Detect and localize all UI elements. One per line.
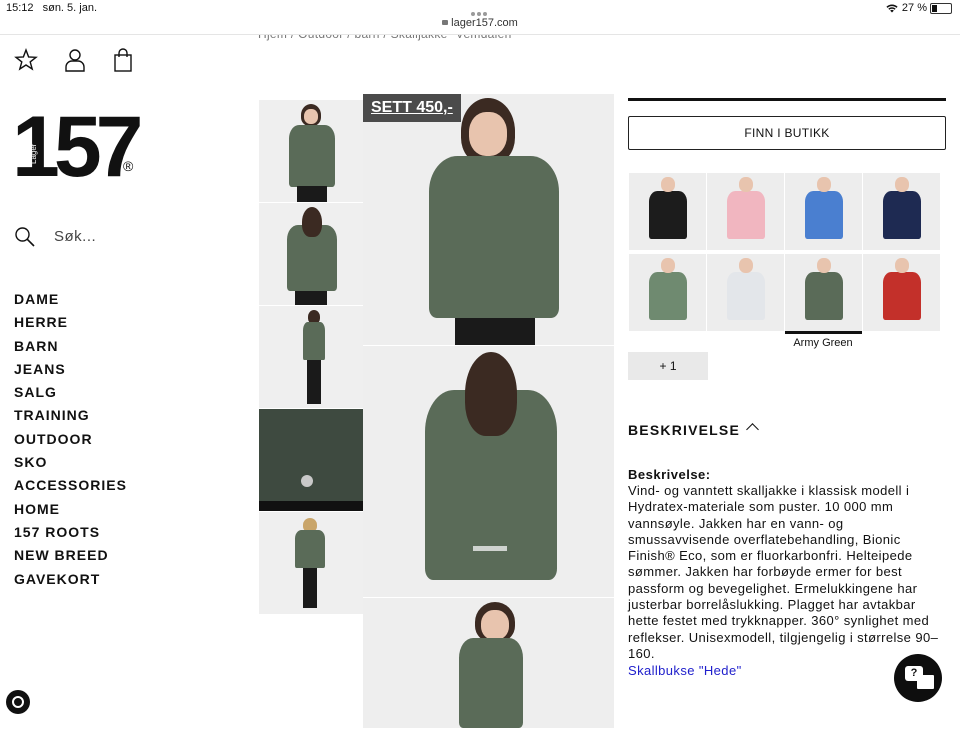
wifi-icon xyxy=(886,4,898,13)
related-product-link[interactable]: Skallbukse "Hede" xyxy=(628,663,742,678)
bag-icon[interactable] xyxy=(113,48,133,77)
product-image-front[interactable]: SETT 450,- xyxy=(363,94,614,345)
description-text: Vind- og vanntett skalljakke i klassisk … xyxy=(628,483,939,661)
nav-item-barn[interactable]: BARN xyxy=(14,337,127,360)
url-text: lager157.com xyxy=(451,17,518,29)
color-swatch[interactable] xyxy=(863,173,940,250)
nav-item-training[interactable]: TRAINING xyxy=(14,406,127,429)
nav-item-new-breed[interactable]: NEW BREED xyxy=(14,546,127,569)
address-bar[interactable]: lager157.com xyxy=(0,17,960,29)
status-time-date: 15:12 søn. 5. jan. xyxy=(6,2,103,14)
selected-color-label: Army Green xyxy=(793,337,853,349)
sidebar: 157 Lager ® Søk... DAME HERRE BARN JEANS… xyxy=(0,34,240,720)
chevron-up-icon[interactable] xyxy=(746,423,759,436)
product-thumbnail[interactable] xyxy=(259,512,363,614)
color-swatch[interactable] xyxy=(785,173,862,250)
search-icon[interactable] xyxy=(14,226,36,248)
status-indicators: 27 % xyxy=(886,2,952,14)
find-in-store-button[interactable]: FINN I BUTIKK xyxy=(628,116,946,150)
color-swatch[interactable] xyxy=(629,254,706,331)
product-image-back[interactable] xyxy=(363,346,614,597)
price-badge: SETT 450,- xyxy=(363,94,461,122)
product-thumbnail[interactable] xyxy=(259,306,363,408)
logo-registered-mark: ® xyxy=(123,158,134,174)
lock-icon xyxy=(442,20,449,25)
thumbnail-gallery xyxy=(259,100,363,615)
tab-dots-icon[interactable] xyxy=(471,3,491,16)
nav-item-jeans[interactable]: JEANS xyxy=(14,360,127,383)
nav-item-157-roots[interactable]: 157 ROOTS xyxy=(14,523,127,546)
header-icons xyxy=(14,48,155,77)
status-date: søn. 5. jan. xyxy=(42,2,98,14)
color-swatch[interactable] xyxy=(707,173,784,250)
logo[interactable]: 157 Lager ® xyxy=(12,99,143,195)
star-icon[interactable] xyxy=(14,48,38,77)
more-colors-button[interactable]: + 1 xyxy=(628,352,708,380)
product-image-pose[interactable] xyxy=(363,598,614,728)
search-field[interactable]: Søk... xyxy=(14,226,96,250)
divider xyxy=(628,98,946,101)
nav-item-outdoor[interactable]: OUTDOOR xyxy=(14,430,127,453)
nav-item-herre[interactable]: HERRE xyxy=(14,313,127,336)
accessibility-icon[interactable] xyxy=(6,690,30,714)
color-swatch[interactable] xyxy=(629,173,706,250)
logo-word: Lager xyxy=(29,143,38,164)
battery-text: 27 % xyxy=(901,2,927,14)
user-icon[interactable] xyxy=(64,48,86,77)
color-swatch[interactable] xyxy=(707,254,784,331)
status-bar: 15:12 søn. 5. jan. lager157.com 27 % xyxy=(0,0,960,35)
nav-item-gavekort[interactable]: GAVEKORT xyxy=(14,570,127,593)
nav-item-accessories[interactable]: ACCESSORIES xyxy=(14,476,127,499)
chat-help-icon[interactable]: ? xyxy=(894,654,942,702)
product-thumbnail[interactable] xyxy=(259,100,363,202)
battery-icon xyxy=(930,2,952,14)
color-swatch[interactable] xyxy=(863,254,940,331)
color-swatch-selected[interactable] xyxy=(785,254,862,334)
search-placeholder[interactable]: Søk... xyxy=(54,228,96,245)
nav-item-home[interactable]: HOME xyxy=(14,500,127,523)
description-toggle[interactable]: BESKRIVELSE xyxy=(628,422,740,438)
nav-item-sko[interactable]: SKO xyxy=(14,453,127,476)
nav-item-dame[interactable]: DAME xyxy=(14,290,127,313)
main-image-column: SETT 450,- xyxy=(363,94,614,729)
main-nav: DAME HERRE BARN JEANS SALG TRAINING OUTD… xyxy=(14,290,127,593)
product-thumbnail[interactable] xyxy=(259,409,363,511)
status-time: 15:12 xyxy=(6,2,34,14)
description-title: Beskrivelse: xyxy=(628,467,711,482)
nav-item-salg[interactable]: SALG xyxy=(14,383,127,406)
product-thumbnail[interactable] xyxy=(259,203,363,305)
